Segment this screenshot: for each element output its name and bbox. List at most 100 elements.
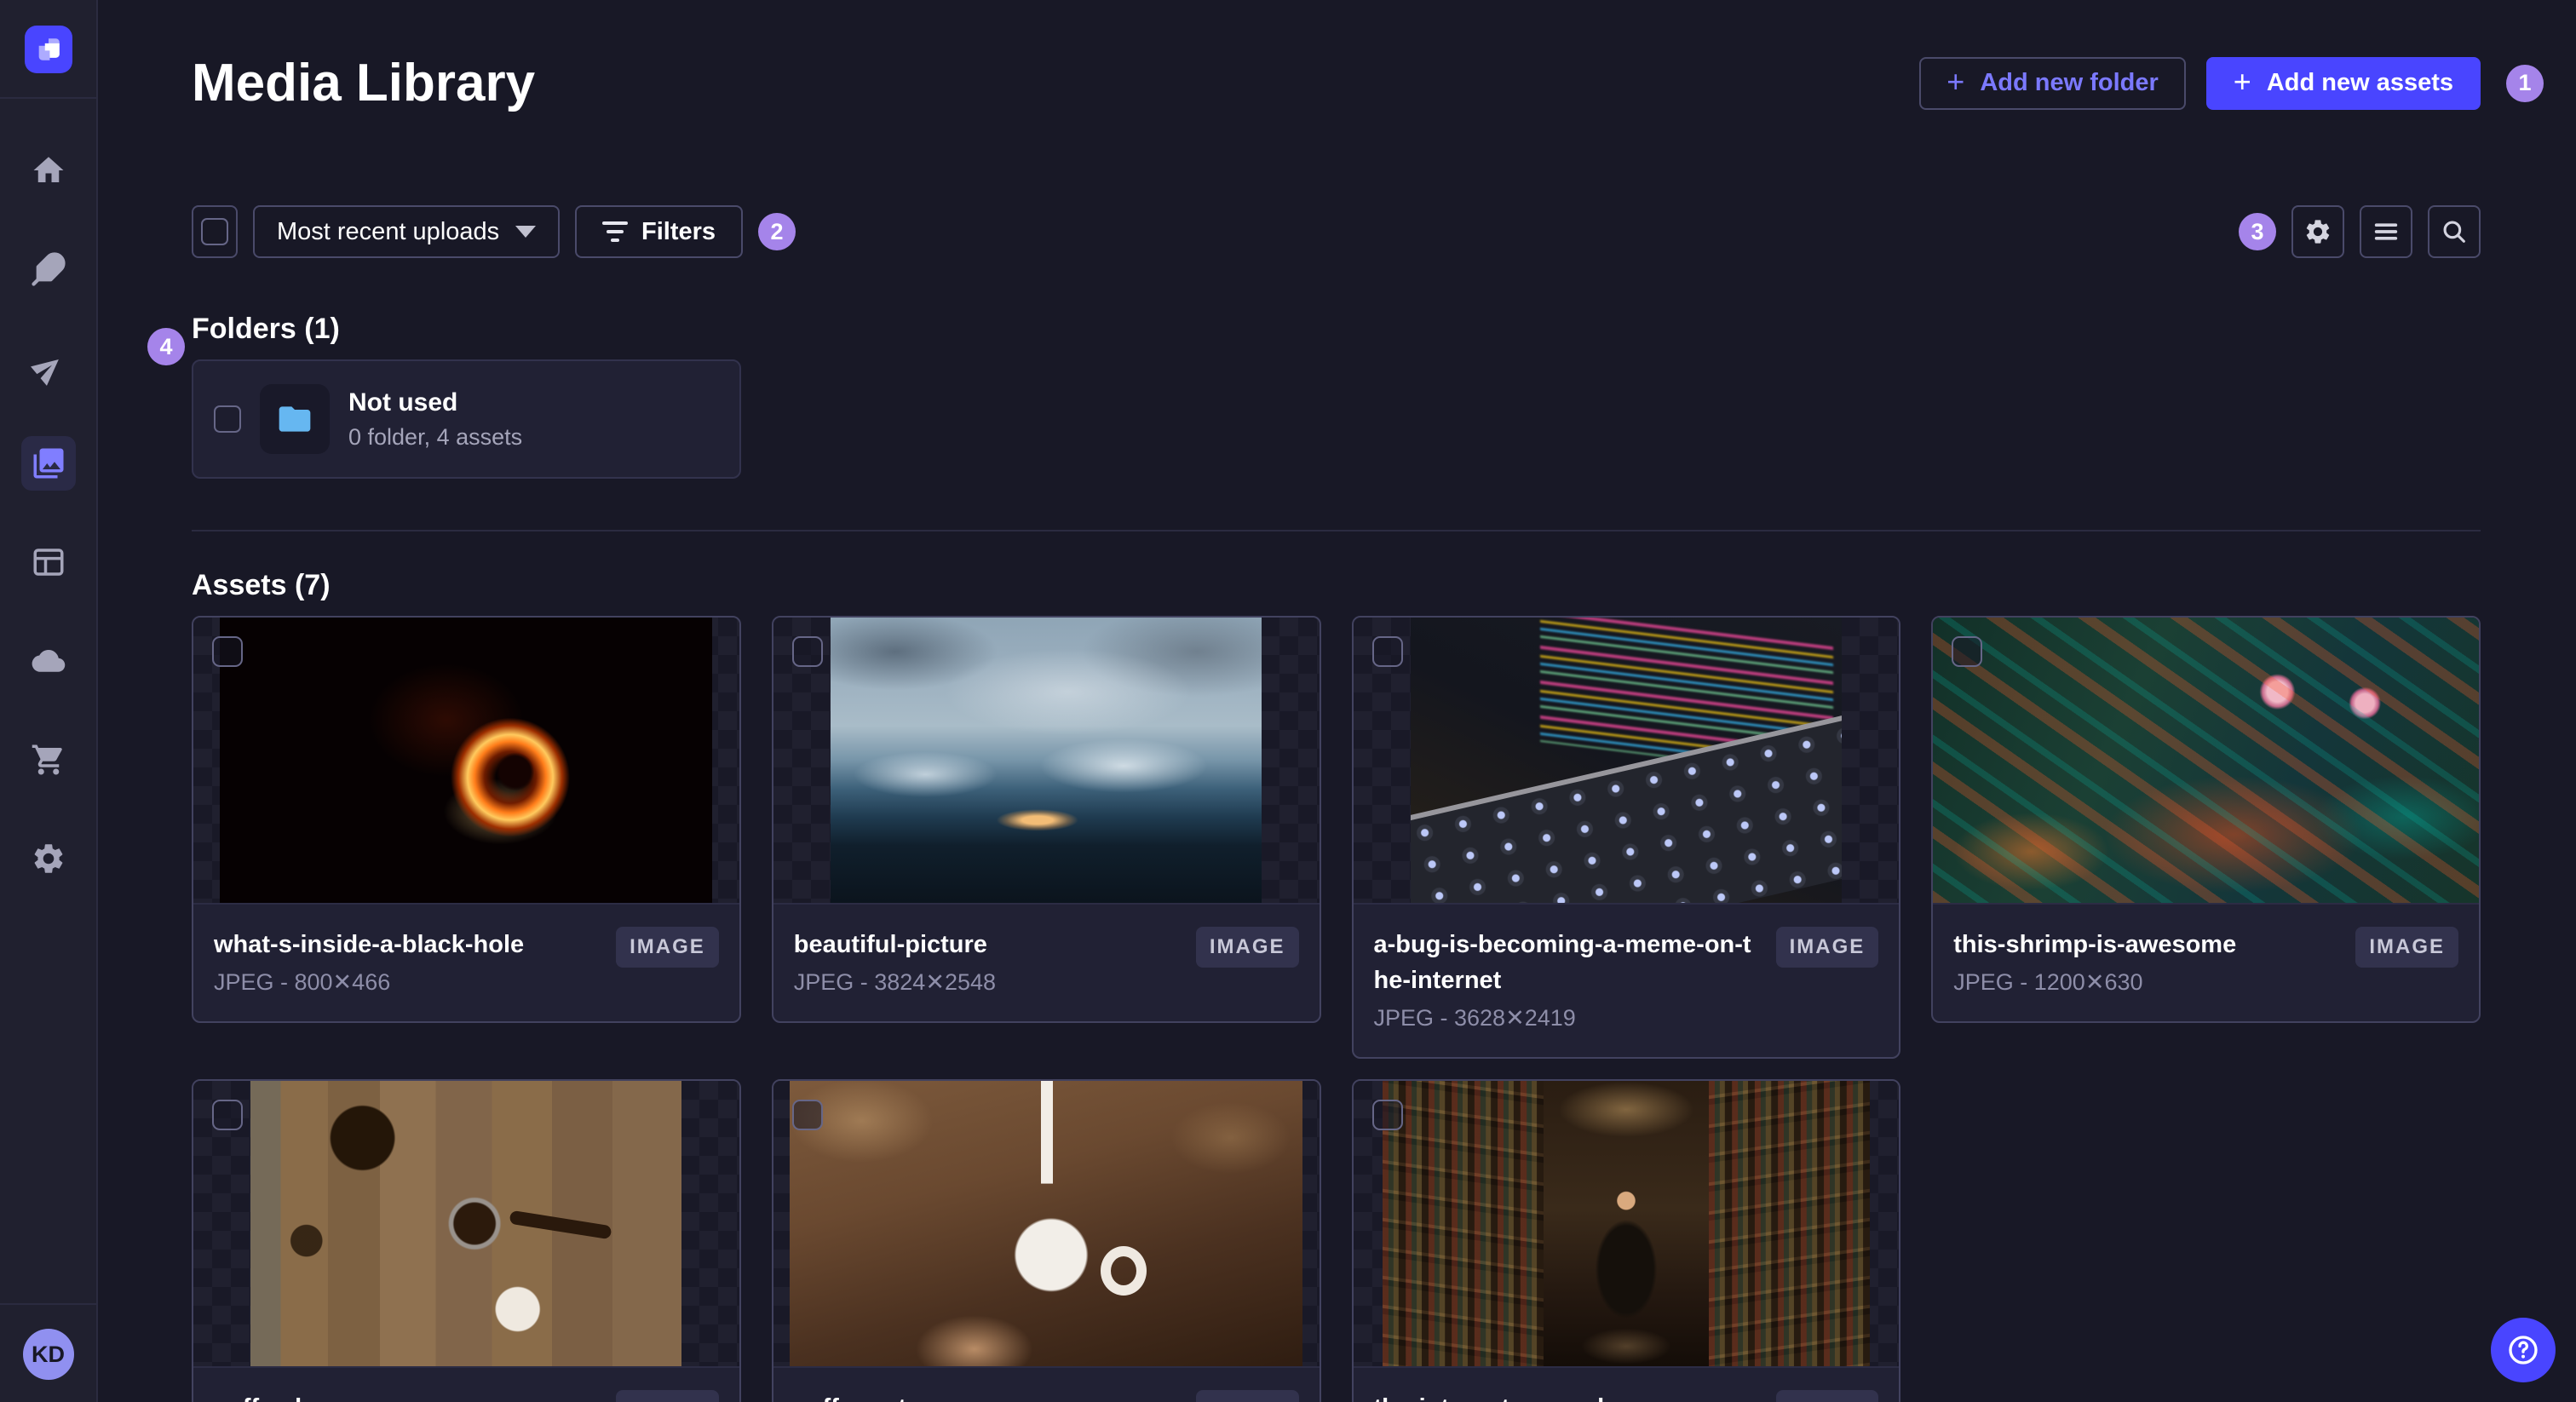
asset-name: coffee-art (794, 1390, 996, 1402)
toolbar: Most recent uploads Filters 2 3 (192, 205, 2481, 258)
plus-icon: + (1946, 63, 1965, 99)
sidebar-item-media-library[interactable] (20, 436, 76, 491)
asset-name: what-s-inside-a-black-hole (214, 931, 525, 958)
help-button[interactable] (2491, 1318, 2556, 1382)
sidebar-item-deploy[interactable] (21, 634, 76, 688)
asset-thumbnail-black-hole (220, 618, 713, 903)
cart-icon (32, 744, 62, 775)
asset-card[interactable]: a-bug-is-becoming-a-meme-on-the-internet… (1351, 616, 1901, 1060)
home-icon (33, 157, 63, 182)
tour-step-badge-2: 2 (758, 213, 796, 250)
list-view-button[interactable] (2360, 205, 2412, 258)
folder-checkbox[interactable] (214, 405, 241, 433)
feather-icon (31, 252, 66, 286)
add-new-assets-label: Add new assets (2266, 69, 2453, 96)
asset-type-badge: IMAGE (1775, 1390, 1879, 1402)
sidebar-item-content[interactable] (21, 242, 76, 296)
asset-meta: JPEG - 3824✕2548 (793, 969, 997, 996)
asset-meta: JPEG - 800✕466 (214, 969, 391, 996)
folders-heading: Folders (1) (192, 313, 340, 345)
sidebar-item-home[interactable] (21, 143, 76, 198)
folder-tile (260, 384, 330, 454)
sidebar-item-marketplace[interactable] (21, 733, 76, 787)
asset-thumbnail-coffee-beans (250, 1081, 682, 1367)
sidebar-nav (0, 99, 96, 886)
search-icon (2443, 221, 2465, 243)
asset-checkbox[interactable] (1371, 1100, 1403, 1131)
checkbox-icon (201, 218, 228, 245)
add-new-folder-button[interactable]: + Add new folder (1919, 56, 2186, 110)
asset-card[interactable]: this-shrimp-is-awesome JPEG - 1200✕630 I… (1931, 616, 2481, 1024)
main-content: Media Library + Add new folder + Add new… (98, 0, 2576, 1402)
asset-type-badge: IMAGE (616, 927, 719, 968)
section-divider (192, 530, 2481, 531)
asset-preview (1353, 1081, 1900, 1369)
folder-icon (279, 406, 311, 432)
asset-type-badge: IMAGE (2355, 927, 2458, 968)
asset-thumbnail-shrimp (1933, 618, 2480, 903)
page-title: Media Library (192, 54, 536, 112)
asset-checkbox[interactable] (1371, 636, 1403, 667)
folder-name: Not used (348, 388, 458, 417)
select-all-checkbox[interactable] (192, 205, 238, 258)
add-new-folder-label: Add new folder (1980, 69, 2159, 96)
page-header: Media Library + Add new folder + Add new… (192, 53, 2544, 113)
asset-type-badge: IMAGE (1195, 1390, 1299, 1402)
folder-card[interactable]: Not used 0 folder, 4 assets (192, 359, 741, 479)
asset-preview (1353, 618, 1900, 905)
asset-name: beautiful-picture (793, 931, 987, 958)
asset-preview (193, 618, 739, 905)
asset-checkbox[interactable] (791, 636, 823, 667)
asset-preview (773, 1081, 1320, 1369)
tour-step-badge-3: 3 (2239, 213, 2276, 250)
asset-footer: coffee-beans JPEG - 5021✕3347 IMAGE (193, 1368, 739, 1402)
assets-heading: Assets (7) (192, 569, 331, 601)
asset-info: this-shrimp-is-awesome JPEG - 1200✕630 (1953, 927, 2236, 996)
app-root: KD Media Library + Add new folder + Add … (0, 0, 2576, 1402)
asset-type-badge: IMAGE (1195, 927, 1299, 968)
asset-checkbox[interactable] (212, 1100, 243, 1131)
asset-footer: a-bug-is-becoming-a-meme-on-the-internet… (1354, 905, 1900, 1057)
user-avatar[interactable]: KD (22, 1329, 74, 1380)
asset-card[interactable]: beautiful-picture JPEG - 3824✕2548 IMAGE (771, 616, 1321, 1024)
sidebar-item-settings[interactable] (21, 831, 76, 886)
search-button[interactable] (2428, 205, 2481, 258)
layout-icon (33, 549, 63, 576)
asset-checkbox[interactable] (212, 636, 243, 667)
asset-meta: JPEG - 1200✕630 (1953, 969, 2143, 996)
filters-button[interactable]: Filters (575, 205, 744, 258)
asset-checkbox[interactable] (1952, 636, 1983, 667)
asset-thumbnail-laptop-code (1410, 618, 1842, 903)
asset-info: the-internet-s-own-boy JPEG - 1200✕707 (1374, 1390, 1642, 1402)
asset-preview (193, 1081, 739, 1369)
question-icon (2509, 1336, 2538, 1365)
folder-info: Not used 0 folder, 4 assets (348, 388, 522, 451)
asset-info: a-bug-is-becoming-a-meme-on-the-internet… (1374, 927, 1762, 1031)
list-icon (2374, 223, 2398, 240)
sort-dropdown-value: Most recent uploads (277, 217, 500, 245)
strapi-logo-icon[interactable] (24, 26, 72, 73)
gear-icon (34, 844, 62, 873)
view-settings-button[interactable] (2291, 205, 2344, 258)
asset-info: coffee-beans JPEG - 5021✕3347 (214, 1390, 416, 1402)
asset-name: a-bug-is-becoming-a-meme-on-the-internet (1373, 931, 1751, 995)
asset-card[interactable]: the-internet-s-own-boy JPEG - 1200✕707 I… (1351, 1079, 1901, 1402)
asset-thumbnail-mountains (831, 618, 1262, 903)
plus-icon: + (2233, 63, 2251, 99)
asset-footer: what-s-inside-a-black-hole JPEG - 800✕46… (193, 905, 739, 1021)
sort-dropdown[interactable]: Most recent uploads (253, 205, 560, 258)
chevron-down-icon (515, 226, 536, 238)
asset-card[interactable]: coffee-art JPEG - 5824✕3259 IMAGE (771, 1079, 1321, 1402)
asset-card[interactable]: coffee-beans JPEG - 5021✕3347 IMAGE (192, 1079, 741, 1402)
toolbar-right: 3 (2239, 205, 2481, 258)
tour-step-badge-1: 1 (2506, 64, 2544, 102)
folder-meta: 0 folder, 4 assets (348, 423, 523, 450)
sidebar-item-releases[interactable] (21, 341, 76, 395)
asset-checkbox[interactable] (791, 1100, 823, 1131)
asset-preview (1933, 618, 2480, 905)
asset-card[interactable]: what-s-inside-a-black-hole JPEG - 800✕46… (192, 616, 741, 1024)
asset-name: this-shrimp-is-awesome (1953, 931, 2237, 958)
asset-info: coffee-art JPEG - 5824✕3259 (794, 1390, 996, 1402)
add-new-assets-button[interactable]: + Add new assets (2205, 56, 2481, 110)
sidebar-item-content-type-builder[interactable] (21, 535, 76, 589)
